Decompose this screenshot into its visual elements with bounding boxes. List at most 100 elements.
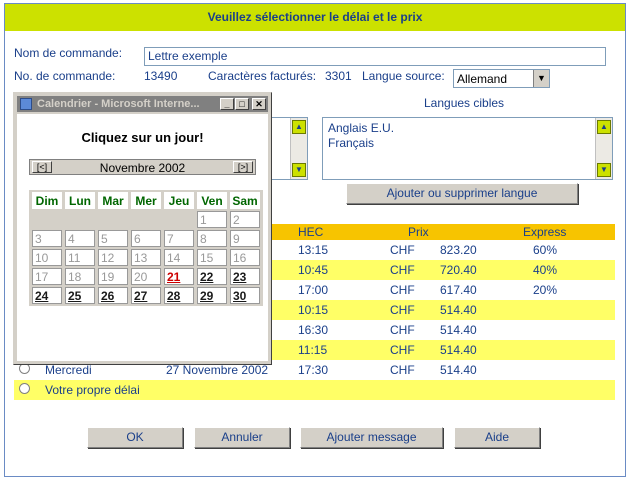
calendar-day-selectable[interactable]: 30 xyxy=(230,287,260,304)
calendar-day-empty xyxy=(131,211,161,228)
calendar-day: 1 xyxy=(197,211,227,228)
month-navigation: [<] Novembre 2002 [>] xyxy=(29,159,256,175)
cell-hec: 11:15 xyxy=(298,343,328,357)
weekday-header: Sam xyxy=(230,192,260,209)
target-languages-list[interactable]: Anglais E.U. Français ▲ ▼ xyxy=(322,117,613,180)
calendar-day-selectable[interactable]: 23 xyxy=(230,268,260,285)
calendar-day-empty xyxy=(32,211,62,228)
scroll-up-icon[interactable]: ▲ xyxy=(597,120,611,134)
radio-button[interactable] xyxy=(19,383,30,394)
page-title: Veuillez sélectionner le délai et le pri… xyxy=(5,4,625,31)
order-name-input[interactable]: Lettre exemple xyxy=(144,47,606,66)
weekday-header: Mer xyxy=(131,192,161,209)
cell-hec: 16:30 xyxy=(298,323,329,337)
cell-day: Mercredi xyxy=(45,363,92,377)
cell-currency: CHF xyxy=(390,363,415,377)
cell-hec: 13:15 xyxy=(298,243,329,257)
weekday-header: Dim xyxy=(32,192,62,209)
source-language-value: Allemand xyxy=(457,72,508,86)
cell-price: 514.40 xyxy=(440,303,477,317)
close-icon[interactable]: ✕ xyxy=(252,98,266,110)
calendar-popup-window[interactable]: Calendrier - Microsoft Interne... _ □ ✕ … xyxy=(13,92,272,365)
cell-currency: CHF xyxy=(390,263,415,277)
list-item[interactable]: Français xyxy=(328,136,394,151)
own-deadline-row[interactable]: Votre propre délai xyxy=(14,380,615,400)
calendar-day-selectable[interactable]: 26 xyxy=(98,287,128,304)
calendar-day-selectable[interactable]: 22 xyxy=(197,268,227,285)
billed-chars-label: Caractères facturés: xyxy=(208,69,317,83)
cell-express: 40% xyxy=(533,263,558,277)
calendar-day-today[interactable]: 21 xyxy=(164,268,194,285)
cell-price: 514.40 xyxy=(440,343,477,357)
calendar-day: 5 xyxy=(98,230,128,247)
weekday-header: Ven xyxy=(197,192,227,209)
calendar-day-empty xyxy=(65,211,95,228)
calendar-body: Cliquez sur un jour! [<] Novembre 2002 [… xyxy=(17,114,268,361)
cell-currency: CHF xyxy=(390,323,415,337)
cell-hec: 10:45 xyxy=(298,263,329,277)
calendar-day: 17 xyxy=(32,268,62,285)
order-number-label: No. de commande: xyxy=(14,69,116,83)
calendar-day: 15 xyxy=(197,249,227,266)
weekday-header: Jeu xyxy=(164,192,194,209)
calendar-day: 10 xyxy=(32,249,62,266)
next-month-button[interactable]: [>] xyxy=(233,161,253,173)
billed-chars-value: 3301 xyxy=(325,69,352,83)
calendar-day-selectable[interactable]: 25 xyxy=(65,287,95,304)
add-remove-language-button[interactable]: Ajouter ou supprimer langue xyxy=(346,183,578,204)
calendar-day: 7 xyxy=(164,230,194,247)
scrollbar[interactable]: ▲ ▼ xyxy=(290,118,307,179)
cell-currency: CHF xyxy=(390,283,415,297)
minimize-icon[interactable]: _ xyxy=(220,98,234,110)
add-message-button[interactable]: Ajouter message xyxy=(300,427,443,448)
calendar-day: 4 xyxy=(65,230,95,247)
own-deadline-label: Votre propre délai xyxy=(45,383,140,397)
cell-price: 720.40 xyxy=(440,263,477,277)
cell-currency: CHF xyxy=(390,243,415,257)
calendar-day: 19 xyxy=(98,268,128,285)
col-prix: Prix xyxy=(408,225,429,239)
prev-month-button[interactable]: [<] xyxy=(32,161,52,173)
list-item[interactable]: Anglais E.U. xyxy=(328,121,394,136)
scroll-up-icon[interactable]: ▲ xyxy=(292,120,306,134)
calendar-day: 2 xyxy=(230,211,260,228)
calendar-day-selectable[interactable]: 29 xyxy=(197,287,227,304)
scroll-down-icon[interactable]: ▼ xyxy=(597,163,611,177)
calendar-day: 20 xyxy=(131,268,161,285)
cell-hec: 17:30 xyxy=(298,363,329,377)
cancel-button[interactable]: Annuler xyxy=(194,427,290,448)
table-header: HEC Prix Express xyxy=(272,224,615,240)
target-languages-label: Langues cibles xyxy=(424,96,505,110)
calendar-day: 12 xyxy=(98,249,128,266)
calendar-day: 13 xyxy=(131,249,161,266)
scrollbar[interactable]: ▲ ▼ xyxy=(595,118,612,179)
ok-button[interactable]: OK xyxy=(87,427,183,448)
source-language-select[interactable]: Allemand ▼ xyxy=(453,69,550,88)
col-express: Express xyxy=(523,225,567,239)
cell-price: 617.40 xyxy=(440,283,477,297)
maximize-icon[interactable]: □ xyxy=(235,98,249,110)
calendar-day-selectable[interactable]: 27 xyxy=(131,287,161,304)
calendar-day: 6 xyxy=(131,230,161,247)
calendar-day: 8 xyxy=(197,230,227,247)
calendar-day-selectable[interactable]: 28 xyxy=(164,287,194,304)
order-number-value: 13490 xyxy=(144,69,178,83)
calendar-month: Novembre 2002 xyxy=(99,161,186,175)
weekday-header: Mar xyxy=(98,192,128,209)
chevron-down-icon[interactable]: ▼ xyxy=(533,70,549,87)
col-hec: HEC xyxy=(298,225,324,239)
calendar-titlebar[interactable]: Calendrier - Microsoft Interne... _ □ ✕ xyxy=(17,96,268,112)
calendar-prompt: Cliquez sur un jour! xyxy=(81,130,204,145)
cell-date: 27 Novembre 2002 xyxy=(166,363,269,377)
scroll-down-icon[interactable]: ▼ xyxy=(292,163,306,177)
help-button[interactable]: Aide xyxy=(454,427,540,448)
cell-price: 514.40 xyxy=(440,363,477,377)
calendar-day-selectable[interactable]: 24 xyxy=(32,287,62,304)
weekday-header: Lun xyxy=(65,192,95,209)
calendar-day-empty xyxy=(98,211,128,228)
calendar-grid: Dim Lun Mar Mer Jeu Ven Sam 1 2 3 4 5 6 … xyxy=(29,190,263,306)
order-name-label: Nom de commande: xyxy=(14,46,123,60)
calendar-day: 18 xyxy=(65,268,95,285)
cell-currency: CHF xyxy=(390,303,415,317)
source-language-label: Langue source: xyxy=(362,69,445,83)
